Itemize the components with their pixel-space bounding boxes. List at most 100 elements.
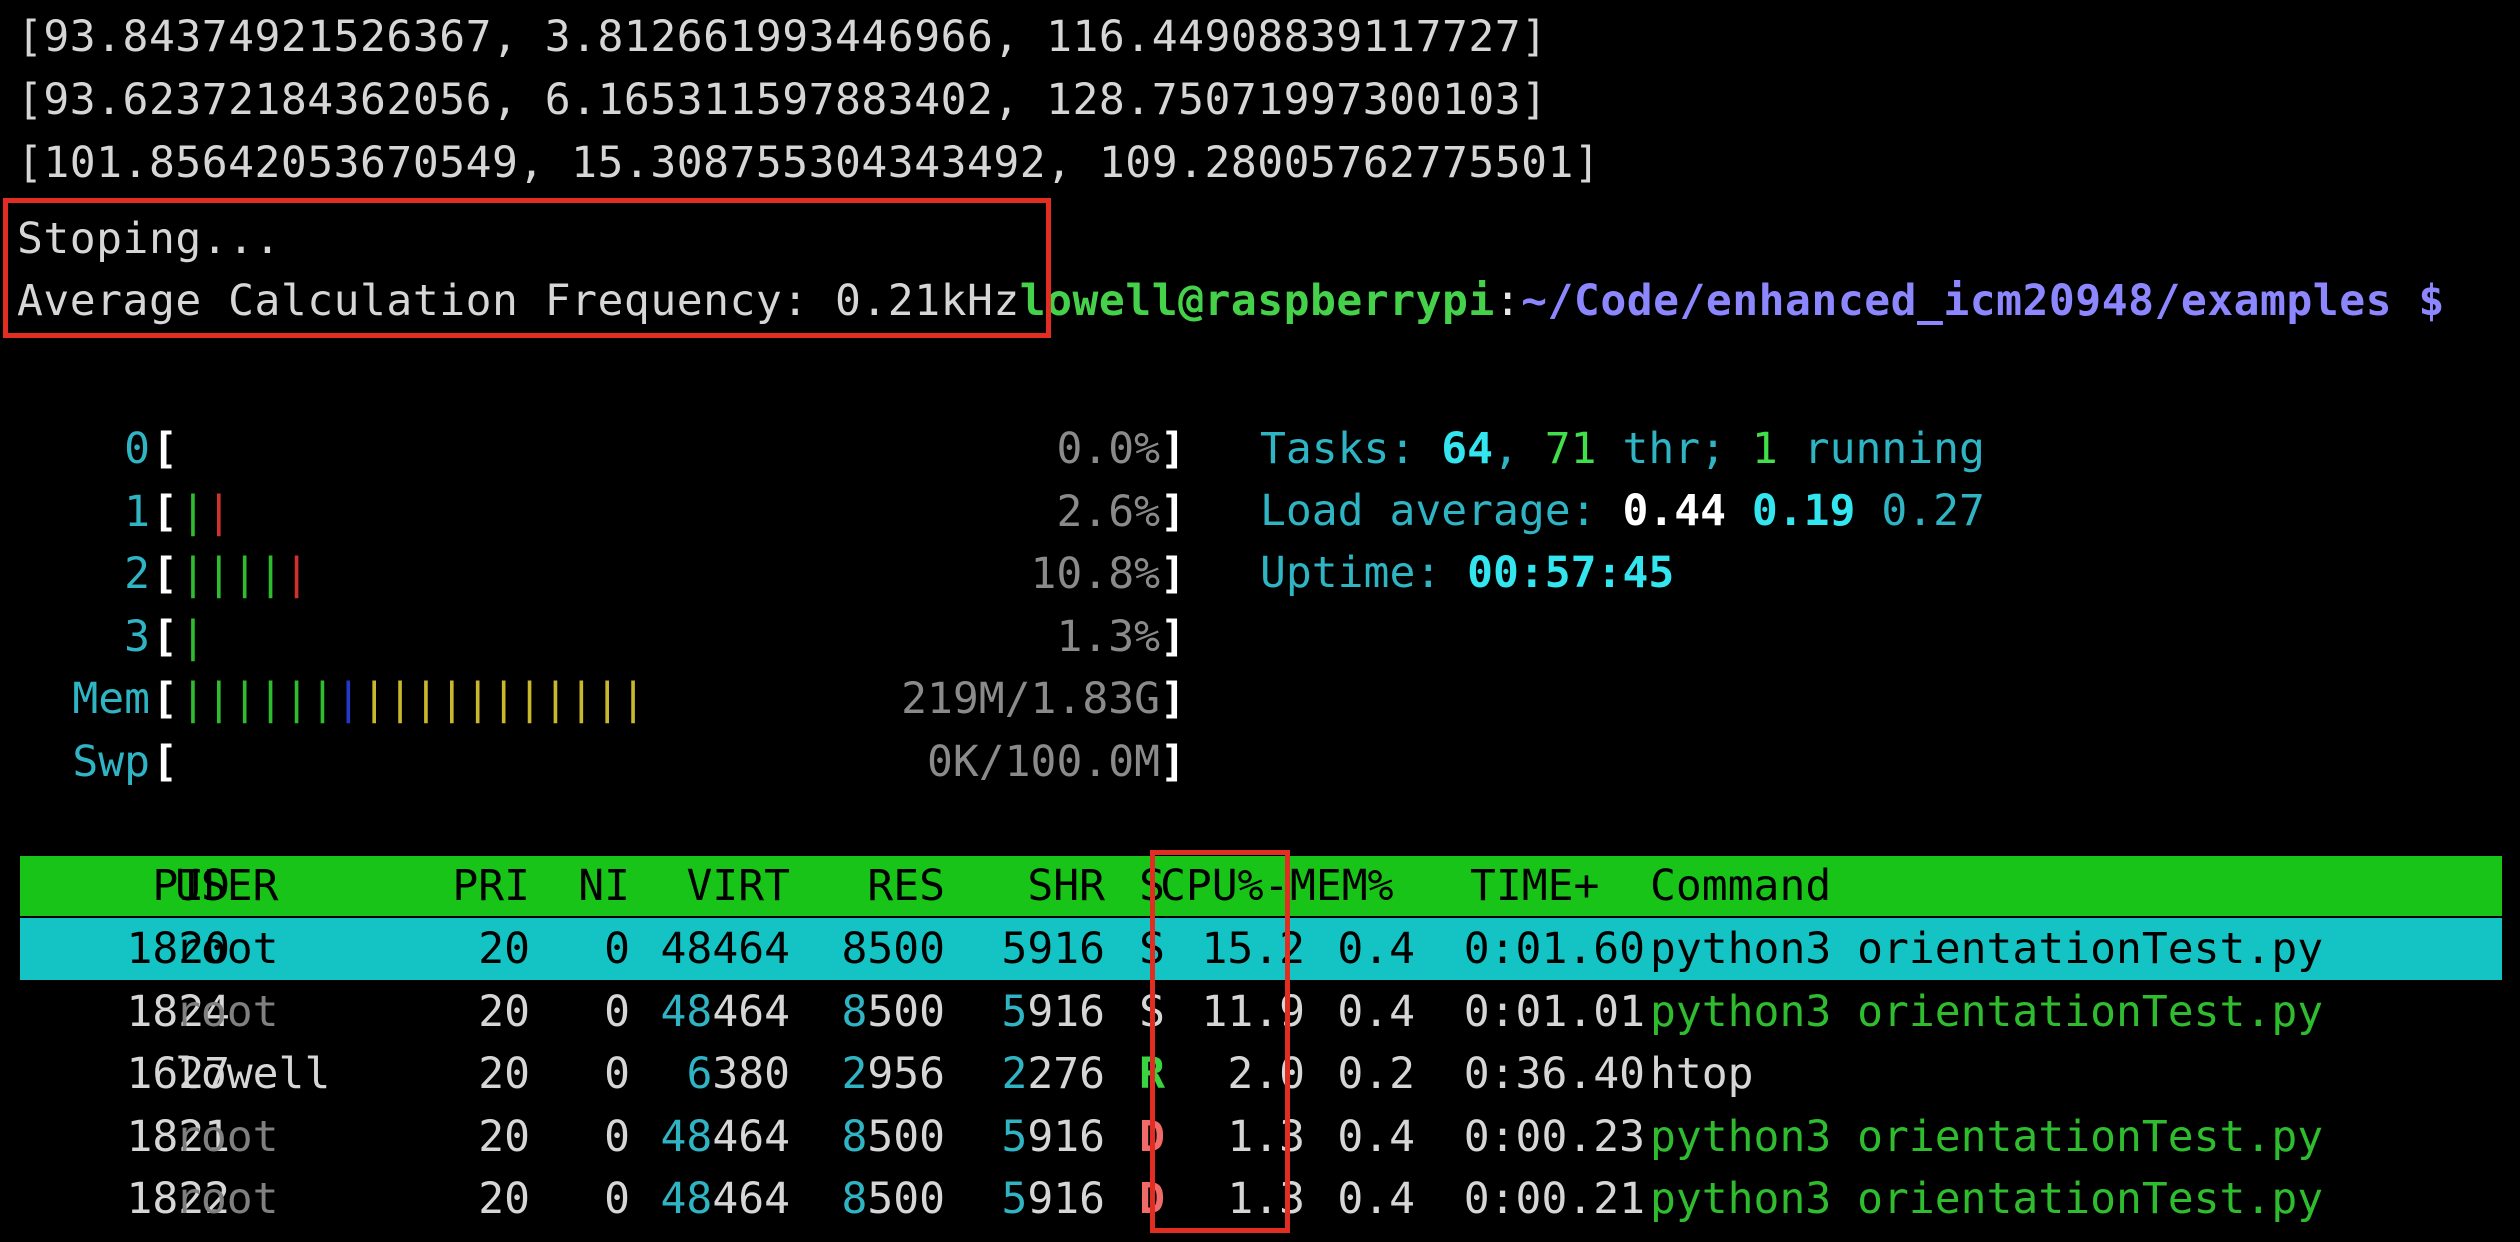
meter-3: 3[| 1.3%] — [0, 606, 1200, 668]
output-line: [93.62372184362056, 6.165311597883402, 1… — [17, 75, 1548, 125]
meter-bracket-close: ] — [1160, 549, 1186, 599]
column-header-shr[interactable]: SHR — [945, 856, 1105, 916]
process-pri: 20 — [478, 986, 530, 1037]
meter-bar-segment: | — [283, 674, 310, 724]
process-pri: 20 — [478, 1111, 530, 1162]
meter-1: 1[|| 2.6%] — [0, 481, 1200, 543]
meter-label: Swp — [72, 736, 150, 787]
process-cmd: python3 orientationTest.py — [1650, 1111, 2324, 1162]
process-time: 0:00.23 — [1463, 1111, 1645, 1162]
process-shr: 5916 — [1001, 986, 1105, 1037]
process-virt: 48464 — [660, 1174, 790, 1224]
column-header-user[interactable]: USER — [175, 856, 279, 916]
meter-bracket-open: [ — [152, 486, 178, 537]
meter-bar-segment: | — [180, 486, 206, 537]
process-cmd: python3 orientationTest.py — [1650, 1174, 2324, 1224]
process-user: lowell — [175, 1049, 331, 1099]
process-time: 0:00.21 — [1463, 1174, 1645, 1224]
prompt-user-host: lowell@raspberrypi — [1019, 276, 1495, 326]
meter-bars: || — [180, 481, 232, 543]
prompt-separator: : — [1494, 276, 1522, 326]
meter-bar-segment: | — [413, 674, 439, 724]
meter-value: 219M/1.83G — [901, 674, 1160, 724]
meter-bar-segment: | — [180, 611, 206, 662]
meter-bracket-close: ] — [1160, 424, 1186, 474]
meter-bracket-close: ] — [1160, 611, 1186, 662]
prompt-path: ~/Code/enhanced_icm20948/examples — [1521, 276, 2392, 326]
meter-bars: ||||| — [180, 543, 309, 605]
meter-bar-segment: | — [231, 549, 258, 599]
meter-bracket-close: ] — [1160, 736, 1186, 787]
meter-value: 0.0% — [1056, 424, 1160, 474]
meter-label: 2 — [124, 549, 150, 599]
load-average: Load average: 0.44 0.19 0.27 — [1260, 486, 1985, 536]
column-header-virt[interactable]: VIRT — [630, 856, 790, 916]
meter-bar-segment: | — [361, 674, 388, 724]
process-virt: 48464 — [660, 1111, 790, 1162]
process-mem: 0.4 — [1337, 924, 1415, 974]
meter-bar-segment: | — [516, 674, 543, 724]
meter-bar-segment: | — [464, 674, 491, 724]
meter-value: 1.3% — [1056, 611, 1160, 662]
meter-bracket-open: [ — [152, 549, 178, 599]
column-header-command[interactable]: Command — [1650, 856, 1831, 916]
process-mem: 0.4 — [1337, 1174, 1415, 1224]
process-virt: 48464 — [660, 924, 790, 974]
meter-label: 3 — [124, 611, 150, 662]
process-shr: 5916 — [1001, 1111, 1105, 1162]
process-pri: 20 — [478, 924, 530, 974]
column-header-ni[interactable]: NI — [530, 856, 630, 916]
meter-bars: | — [180, 606, 206, 668]
process-cmd: htop — [1650, 1049, 1754, 1099]
meter-value: 10.8% — [1030, 549, 1160, 599]
output-line: [93.84374921526367, 3.812661993446966, 1… — [17, 12, 1548, 62]
meter-bar-segment: | — [490, 674, 517, 724]
meter-bar-segment: | — [180, 549, 206, 599]
process-pri: 20 — [478, 1049, 530, 1099]
process-ni: 0 — [604, 986, 630, 1037]
process-user: root — [175, 986, 279, 1037]
process-res: 2956 — [841, 1049, 945, 1099]
meter-bracket-close: ] — [1160, 674, 1186, 724]
process-res: 8500 — [841, 924, 945, 974]
meter-0: 0[0.0%] — [0, 418, 1200, 480]
tasks-summary: Tasks: 64, 71 thr; 1 running — [1260, 424, 1985, 474]
process-shr: 2276 — [1001, 1049, 1105, 1099]
meter-bar-segment: | — [309, 674, 336, 724]
output-line: [101.85642053670549, 15.308755304343492,… — [17, 138, 1601, 188]
process-user: root — [175, 1174, 279, 1224]
meter-label: Mem — [72, 674, 150, 724]
meter-bar-segment: | — [257, 674, 284, 724]
column-header-res[interactable]: RES — [790, 856, 945, 916]
meter-label: 1 — [124, 486, 150, 537]
process-virt: 6380 — [686, 1049, 790, 1099]
process-res: 8500 — [841, 1174, 945, 1224]
process-ni: 0 — [604, 1111, 630, 1162]
meter-bracket-open: [ — [152, 674, 178, 724]
process-time: 0:36.40 — [1463, 1049, 1645, 1099]
process-user: root — [175, 1111, 279, 1162]
process-user: root — [175, 924, 279, 974]
meter-value: 2.6% — [1056, 486, 1160, 537]
process-ni: 0 — [604, 924, 630, 974]
meter-bracket-close: ] — [1160, 486, 1186, 537]
meter-value: 0K/100.0M — [927, 736, 1160, 787]
process-cmd: python3 orientationTest.py — [1650, 986, 2324, 1037]
meter-label: 0 — [124, 424, 150, 474]
uptime: Uptime: 00:57:45 — [1260, 548, 1675, 598]
prompt-symbol: $ — [2391, 276, 2445, 326]
process-res: 8500 — [841, 1111, 945, 1162]
meter-swp: Swp[0K/100.0M] — [0, 731, 1200, 793]
meter-bracket-open: [ — [152, 611, 178, 662]
meter-bar-segment: | — [180, 674, 206, 724]
process-cmd: python3 orientationTest.py — [1650, 924, 2324, 974]
meter-bar-segment: | — [205, 549, 232, 599]
terminal-window[interactable]: [93.84374921526367, 3.812661993446966, 1… — [0, 0, 2520, 1242]
highlight-box-cpu-column — [1150, 850, 1290, 1233]
process-mem: 0.4 — [1337, 1111, 1415, 1162]
meter-bar-segment: | — [387, 674, 414, 724]
meter-bracket-open: [ — [152, 736, 178, 787]
process-virt: 48464 — [660, 986, 790, 1037]
column-header-mem[interactable]: MEM% — [1290, 856, 1400, 916]
column-header-pri[interactable]: PRI — [390, 856, 530, 916]
